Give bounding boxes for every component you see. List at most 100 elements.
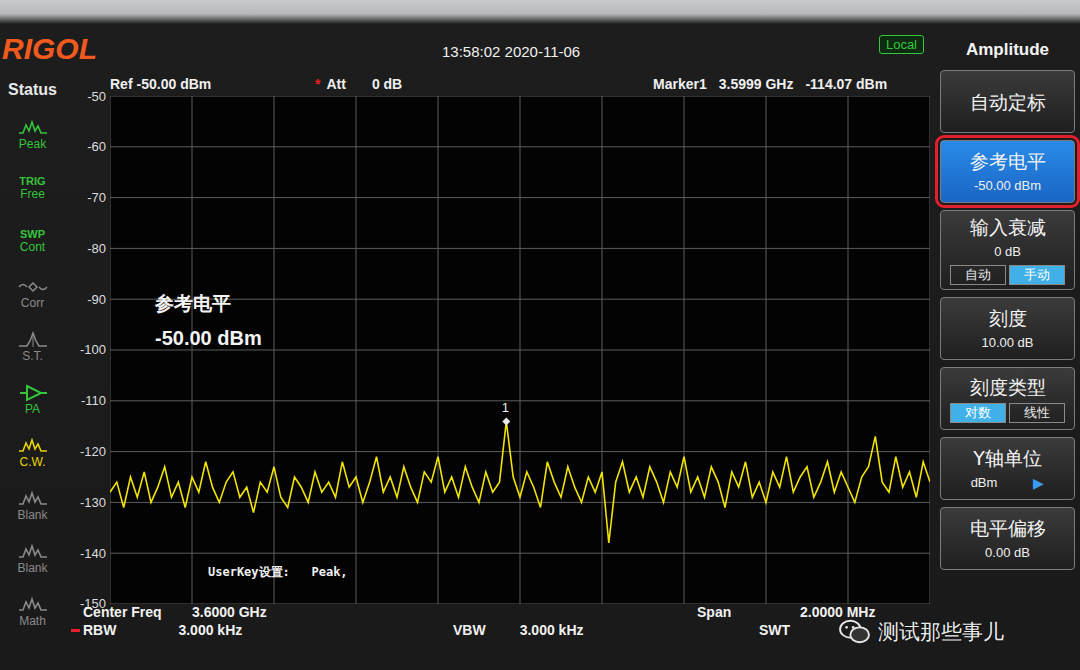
toggle-option[interactable]: 对数 xyxy=(950,403,1006,423)
grid-line xyxy=(438,96,439,604)
status-label: Blank xyxy=(17,561,47,575)
status-label: Peak xyxy=(19,137,46,151)
display-area: Ref-50.00 dBm*Att0 dBMarker13.5999 GHz-1… xyxy=(65,72,930,670)
status-label: Blank xyxy=(17,508,47,522)
menu-button[interactable]: 刻度 10.00 dB xyxy=(940,297,1075,360)
bottom-info: Center Freq3.6000 GHzSpan2.0000 MHzRBW3.… xyxy=(65,604,930,670)
menu-button[interactable]: 电平偏移 0.00 dB xyxy=(940,507,1075,570)
marker-number: 1 xyxy=(502,400,509,415)
menu-button[interactable]: 参考电平-50.00 dBm xyxy=(940,140,1075,203)
status-column: StatusPeakTRIGFreeSWPContCorrS.T.PAC.W.B… xyxy=(0,72,65,670)
grid-line xyxy=(520,96,521,604)
menu-button[interactable]: 刻度类型对数线性 xyxy=(940,367,1075,430)
status-label: C.W. xyxy=(20,455,46,469)
status-item[interactable]: Blank xyxy=(0,532,65,585)
spectrum-trace xyxy=(110,422,930,544)
marker-diamond-icon[interactable] xyxy=(502,417,510,425)
param-label: VBW xyxy=(453,622,486,638)
att-value: 0 dB xyxy=(372,76,402,92)
center-freq-value: 3.6000 GHz xyxy=(192,604,697,620)
grid-line xyxy=(602,96,603,604)
status-label: Math xyxy=(19,614,46,628)
status-top-label: SWP xyxy=(20,228,45,240)
bottom-row: RBW 3.000 kHz VBW 3.000 kHz SWT xyxy=(83,622,930,638)
menu-title: Amplitude xyxy=(940,30,1075,70)
menu-button-label: 自动定标 xyxy=(970,90,1046,114)
menu-button-value: 10.00 dB xyxy=(981,334,1033,352)
grid-line xyxy=(192,96,193,604)
watermark: 测试那些事儿 xyxy=(838,618,1004,646)
status-item[interactable]: TRIGFree xyxy=(0,161,65,214)
menu-button-value-row: dBm ▶ xyxy=(971,470,1045,492)
signal-track-icon xyxy=(18,331,48,349)
status-title: Status xyxy=(8,72,57,108)
userkey-setting: UserKey设置: Peak, xyxy=(208,564,348,581)
toggle-option[interactable]: 线性 xyxy=(1009,403,1065,423)
marker-label: Marker1 xyxy=(653,76,707,92)
local-badge: Local xyxy=(879,35,924,54)
waveform-icon xyxy=(18,119,48,137)
menu-button-label: 刻度类型 xyxy=(970,375,1046,399)
waveform-icon xyxy=(18,490,48,508)
waveform-icon xyxy=(18,596,48,614)
menu-button-label: 电平偏移 xyxy=(970,516,1046,540)
grid-line xyxy=(274,96,275,604)
status-label: Cont xyxy=(20,240,45,254)
param-value: 3.000 kHz xyxy=(520,622,584,638)
toggle-option[interactable]: 手动 xyxy=(1009,265,1065,285)
status-item[interactable]: PA xyxy=(0,373,65,426)
wechat-icon xyxy=(838,618,872,646)
date-time: 13:58:02 2020-11-06 xyxy=(442,42,580,62)
submenu-arrow-icon: ▶ xyxy=(1033,475,1044,491)
param-value: 3.000 kHz xyxy=(178,622,242,638)
status-item[interactable]: Blank xyxy=(0,479,65,532)
menu-button-value: dBm xyxy=(971,474,998,492)
marker-info: Marker13.5999 GHz-114.07 dBm xyxy=(653,76,887,92)
span-label: Span xyxy=(697,604,800,620)
y-axis: -50-60-70-80-90-100-110-120-130-140-150 xyxy=(65,96,110,604)
menu-button[interactable]: 自动定标 xyxy=(940,70,1075,133)
status-item[interactable]: Corr xyxy=(0,267,65,320)
status-item[interactable]: Peak xyxy=(0,108,65,161)
main-area: RIGOL13:58:02 2020-11-06LocalStatusPeakT… xyxy=(0,0,940,670)
att-label: Att xyxy=(326,76,345,92)
param-label: RBW xyxy=(83,622,116,638)
status-top-label: TRIG xyxy=(19,175,45,187)
menu-button-label: 参考电平 xyxy=(970,149,1046,173)
status-item[interactable]: C.W. xyxy=(0,426,65,479)
menu-button[interactable]: Y轴单位 dBm ▶ xyxy=(940,437,1075,500)
reference-level-overlay: 参考电平-50.00 dBm xyxy=(155,291,262,351)
toggle-option[interactable]: 自动 xyxy=(950,265,1006,285)
param-flag xyxy=(441,629,450,632)
grid-line xyxy=(356,96,357,604)
menu-button-value: 0.00 dB xyxy=(985,544,1030,562)
bottom-param: RBW 3.000 kHz xyxy=(71,622,441,638)
preamp-icon xyxy=(18,384,48,402)
softkey-menu: Amplitude自动定标参考电平-50.00 dBm输入衰减0 dB自动手动刻… xyxy=(940,0,1080,670)
menu-buttons: 自动定标参考电平-50.00 dBm输入衰减0 dB自动手动刻度10.00 dB… xyxy=(940,70,1075,570)
grid-line xyxy=(684,96,685,604)
bottom-param: SWT xyxy=(747,622,790,638)
status-item[interactable]: SWPCont xyxy=(0,214,65,267)
correction-icon xyxy=(18,278,48,296)
bottom-param: VBW 3.000 kHz xyxy=(441,622,747,638)
status-label: Free xyxy=(20,187,45,201)
plot-row: -50-60-70-80-90-100-110-120-130-140-1501… xyxy=(65,96,930,604)
watermark-text: 测试那些事儿 xyxy=(878,618,1004,646)
status-item[interactable]: Math xyxy=(0,585,65,638)
content: StatusPeakTRIGFreeSWPContCorrS.T.PAC.W.B… xyxy=(0,72,940,670)
menu-button-value: 0 dB xyxy=(994,243,1021,261)
status-item[interactable]: S.T. xyxy=(0,320,65,373)
status-label: Corr xyxy=(21,296,44,310)
menu-button[interactable]: 输入衰减0 dB自动手动 xyxy=(940,210,1075,290)
waveform-icon xyxy=(18,543,48,561)
menu-button-label: 刻度 xyxy=(989,306,1027,330)
grid-line xyxy=(930,96,931,604)
spectrum-plot[interactable]: 1 参考电平-50.00 dBm UserKey设置: Peak, xyxy=(110,96,930,604)
status-label: PA xyxy=(25,402,40,416)
grid-line xyxy=(110,96,111,604)
span-value: 2.0000 MHz xyxy=(800,604,875,620)
menu-button-label: Y轴单位 xyxy=(973,446,1042,470)
marker-level: -114.07 dBm xyxy=(805,76,887,92)
top-bar: RIGOL13:58:02 2020-11-06Local xyxy=(0,0,940,72)
